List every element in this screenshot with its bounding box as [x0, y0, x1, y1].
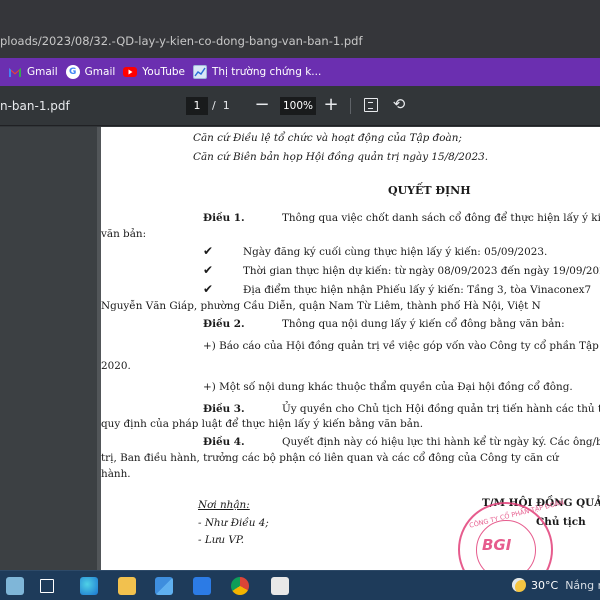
thumbnail-sidebar	[0, 127, 97, 570]
bookmark-label: YouTube	[142, 66, 185, 78]
bookmark-youtube[interactable]: YouTube	[123, 58, 185, 86]
stock-chart-icon	[192, 65, 207, 79]
recipient-item: - Lưu VP.	[198, 534, 245, 546]
bookmark-stock-market[interactable]: Thị trường chứng k...	[192, 58, 322, 86]
zoom-in-button[interactable]: +	[322, 94, 340, 118]
zoom-level-input[interactable]: 100%	[280, 97, 316, 115]
article-text: Thông qua việc chốt danh sách cổ đông để…	[282, 212, 600, 224]
list-item: 2020.	[101, 360, 131, 372]
check-icon: ✔	[203, 282, 214, 296]
check-icon: ✔	[203, 244, 214, 258]
fit-to-page-icon[interactable]	[364, 98, 378, 112]
preamble-line: Căn cứ Điều lệ tổ chức và hoạt động của …	[193, 132, 462, 144]
task-view-icon[interactable]	[40, 579, 54, 593]
article-text: văn bản:	[101, 228, 147, 240]
bullet-text: Ngày đăng ký cuối cùng thực hiện lấy ý k…	[243, 246, 548, 258]
pdf-toolbar: n-ban-1.pdf 1 / 1 − 100% + ⟲	[0, 86, 600, 126]
article-label: Điều 3.	[203, 403, 245, 415]
pdf-file-title: n-ban-1.pdf	[0, 99, 70, 113]
store-icon[interactable]	[155, 577, 173, 595]
bookmark-label: Thị trường chứng k...	[211, 66, 322, 78]
zoom-out-button[interactable]: −	[253, 94, 271, 118]
address-bar-area: ploads/2023/08/32.-QD-lay-y-kien-co-dong…	[0, 0, 600, 58]
url-text[interactable]: ploads/2023/08/32.-QD-lay-y-kien-co-dong…	[0, 34, 363, 48]
gmail-icon	[8, 65, 22, 79]
preamble-line: Căn cứ Biên bản họp Hội đồng quản trị ng…	[193, 151, 488, 163]
article-label: Điều 4.	[203, 436, 245, 448]
bookmark-gmail-2[interactable]: G Gmail	[65, 58, 116, 86]
article-label: Điều 1.	[203, 212, 245, 224]
bullet-text: Thời gian thực hiện dự kiến: từ ngày 08/…	[243, 265, 600, 277]
bullet-text: Nguyễn Văn Giáp, phường Cầu Diễn, quận N…	[101, 300, 541, 312]
weather-text: Nắng n	[565, 578, 600, 592]
total-pages: 1	[222, 99, 230, 112]
article-text: quy định của pháp luật để thực hiện lấy …	[101, 418, 423, 430]
temperature: 30°C	[531, 578, 559, 592]
bookmark-gmail[interactable]: Gmail	[8, 58, 58, 86]
article-text: Thông qua nội dung lấy ý kiến cổ đông bằ…	[282, 318, 565, 330]
article-text: Ủy quyền cho Chủ tịch Hội đồng quản trị …	[282, 403, 600, 415]
company-seal: CÔNG TY CỔ PHẦN TẬP ĐOÀN BGI	[458, 498, 565, 570]
list-item: +) Báo cáo của Hội đồng quản trị về việc…	[203, 340, 599, 352]
rotate-icon[interactable]: ⟲	[391, 96, 407, 112]
bookmark-label: Gmail	[27, 66, 58, 78]
recipients-title: Nơi nhận:	[198, 499, 250, 511]
file-explorer-icon[interactable]	[118, 577, 136, 595]
google-icon: G	[65, 65, 80, 79]
mail-icon[interactable]	[193, 577, 211, 595]
article-text: trị, Ban điều hành, trưởng các bộ phận c…	[101, 452, 559, 464]
edge-icon[interactable]	[80, 577, 98, 595]
pdf-page: Căn cứ Điều lệ tổ chức và hoạt động của …	[101, 127, 600, 570]
page-number-input[interactable]: 1	[186, 97, 208, 115]
taskbar: 30°C Nắng n	[0, 570, 600, 600]
pdf-viewer[interactable]: Căn cứ Điều lệ tổ chức và hoạt động của …	[0, 127, 600, 570]
weather-icon	[512, 578, 526, 592]
chrome-icon[interactable]	[231, 577, 249, 595]
bookmark-label: Gmail	[84, 66, 116, 78]
check-icon: ✔	[203, 263, 214, 277]
page-separator: /	[212, 99, 216, 112]
app-icon[interactable]	[271, 577, 289, 595]
seal-logo: BGI	[482, 536, 512, 554]
article-text: hành.	[101, 468, 131, 480]
bullet-text: Địa điểm thực hiện nhận Phiếu lấy ý kiến…	[243, 284, 592, 296]
article-text: Quyết định này có hiệu lực thi hành kể t…	[282, 436, 600, 448]
youtube-icon	[123, 67, 138, 77]
bookmarks-bar: Gmail G Gmail YouTube Thị trường chứng k…	[0, 58, 600, 86]
desktop-thumbnail-icon[interactable]	[6, 577, 24, 595]
recipient-item: - Như Điều 4;	[198, 517, 269, 529]
article-label: Điều 2.	[203, 318, 245, 330]
list-item: +) Một số nội dung khác thuộc thẩm quyền…	[203, 381, 573, 393]
page-count: / 1	[212, 99, 230, 112]
weather-widget[interactable]: 30°C Nắng n	[512, 578, 600, 592]
document-heading: QUYẾT ĐỊNH	[388, 184, 471, 197]
toolbar-divider	[350, 98, 351, 114]
